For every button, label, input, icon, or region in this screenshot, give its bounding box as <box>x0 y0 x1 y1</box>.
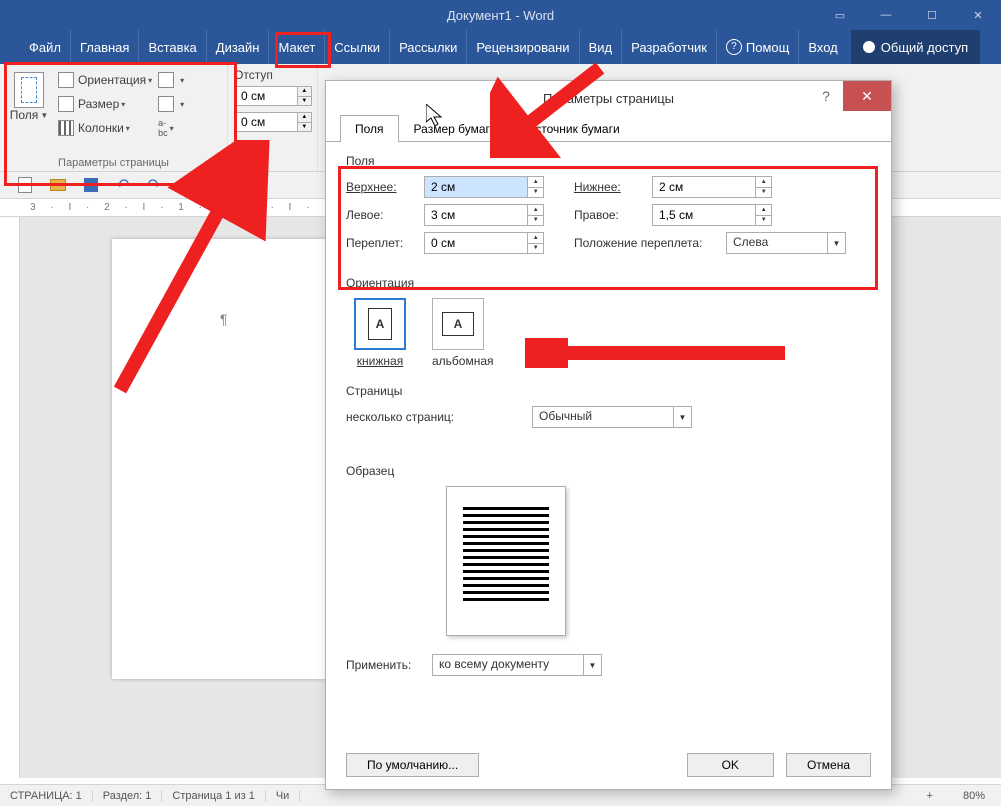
size-button[interactable]: Размер ▾ <box>58 92 152 116</box>
window-buttons: ▭ — ☐ ✕ <box>817 0 1001 30</box>
tab-help[interactable]: Помощ <box>716 30 798 64</box>
tab-developer[interactable]: Разработчик <box>621 30 716 64</box>
fieldset-orient-label: Ориентация <box>346 276 871 290</box>
title-bar: Документ1 - Word ▭ — ☐ ✕ <box>0 0 1001 30</box>
orientation-icon <box>58 72 74 88</box>
tab-paper[interactable]: Размер бумаги <box>399 115 512 142</box>
tab-references[interactable]: Ссылки <box>324 30 389 64</box>
label-bottom: Нижнее: <box>574 180 652 194</box>
margins-label: Поля <box>10 108 39 122</box>
redo-icon[interactable]: ↷ <box>147 175 160 195</box>
input-left[interactable]: ▲▼ <box>424 204 544 226</box>
breaks-icon <box>158 72 174 88</box>
tab-view[interactable]: Вид <box>579 30 622 64</box>
tab-insert[interactable]: Вставка <box>138 30 205 64</box>
tab-source[interactable]: Источник бумаги <box>512 115 635 142</box>
maximize-icon[interactable]: ☐ <box>909 0 955 30</box>
input-gutter[interactable]: ▲▼ <box>424 232 544 254</box>
line-numbers-icon <box>158 96 174 112</box>
zoom-level[interactable]: +80% <box>927 790 985 802</box>
input-right[interactable]: ▲▼ <box>652 204 772 226</box>
select-apply[interactable]: ко всему документу▼ <box>432 654 602 676</box>
fieldset-pages-label: Страницы <box>346 384 871 398</box>
undo-icon[interactable]: ↶ <box>116 175 129 195</box>
label-gutter: Переплет: <box>346 236 424 250</box>
share-label: Общий доступ <box>881 40 968 55</box>
close-icon[interactable]: ✕ <box>955 0 1001 30</box>
chevron-down-icon[interactable]: ▼ <box>583 655 601 675</box>
fieldset-preview-label: Образец <box>346 464 871 478</box>
status-pageof[interactable]: Страница 1 из 1 <box>162 790 265 802</box>
dialog-title: Параметры страницы <box>543 91 674 106</box>
tab-mailings[interactable]: Рассылки <box>389 30 466 64</box>
default-button[interactable]: По умолчанию... <box>346 753 479 777</box>
columns-button[interactable]: Колонки ▾ <box>58 116 152 140</box>
ok-button[interactable]: OK <box>687 753 774 777</box>
status-section[interactable]: Раздел: 1 <box>93 790 163 802</box>
preview-icon <box>446 486 566 636</box>
label-right: Правое: <box>574 208 652 222</box>
breaks-button[interactable]: ▾ <box>158 68 184 92</box>
orientation-portrait[interactable]: A книжная <box>354 298 406 368</box>
share-button[interactable]: Общий доступ <box>851 30 980 64</box>
ribbon-options-icon[interactable]: ▭ <box>817 0 863 30</box>
label-gutter-pos: Положение переплета: <box>574 236 726 250</box>
columns-icon <box>58 120 74 136</box>
tab-file[interactable]: Файл <box>20 30 70 64</box>
size-icon <box>58 96 74 112</box>
label-multi: несколько страниц: <box>346 410 532 424</box>
input-bottom[interactable]: ▲▼ <box>652 176 772 198</box>
spin-up-icon[interactable]: ▲ <box>528 177 543 188</box>
label-top: Верхнее: <box>346 180 424 194</box>
person-icon <box>863 41 875 53</box>
dialog-launcher-icon[interactable]: ⬊ <box>215 156 223 167</box>
indent-right-input[interactable]: ▲▼ <box>234 112 312 132</box>
tab-review[interactable]: Рецензировани <box>466 30 578 64</box>
group-page-setup-label: Параметры страницы <box>0 157 227 169</box>
cancel-button[interactable]: Отмена <box>786 753 871 777</box>
chevron-down-icon[interactable]: ▼ <box>673 407 691 427</box>
portrait-icon: A <box>368 308 392 340</box>
landscape-icon: A <box>442 312 474 336</box>
ribbon-tabs: Файл Главная Вставка Дизайн Макет Ссылки… <box>0 30 1001 64</box>
dialog-tabs: Поля Размер бумаги Источник бумаги <box>326 115 891 142</box>
hyphenation-button[interactable]: a-bc▾ <box>158 116 184 140</box>
tab-margins[interactable]: Поля <box>340 115 399 142</box>
line-numbers-button[interactable]: ▾ <box>158 92 184 116</box>
margins-icon <box>14 72 44 108</box>
paragraph-mark-icon: ¶ <box>220 311 228 327</box>
tab-layout[interactable]: Макет <box>268 30 324 64</box>
dialog-help-icon[interactable]: ? <box>809 81 843 111</box>
label-apply: Применить: <box>346 658 432 672</box>
tab-design[interactable]: Дизайн <box>206 30 269 64</box>
page-setup-dialog: Параметры страницы ? ✕ Поля Размер бумаг… <box>325 80 892 790</box>
select-gutter-pos[interactable]: Слева▼ <box>726 232 846 254</box>
vertical-ruler[interactable] <box>0 217 20 778</box>
indent-left-input[interactable]: ▲▼ <box>234 86 312 106</box>
orientation-landscape[interactable]: A альбомная <box>432 298 494 368</box>
status-page[interactable]: СТРАНИЦА: 1 <box>0 790 93 802</box>
status-words[interactable]: Чи <box>266 790 300 802</box>
save-icon[interactable] <box>84 178 98 192</box>
spin-down-icon[interactable]: ▼ <box>528 188 543 198</box>
minimize-icon[interactable]: — <box>863 0 909 30</box>
window-title: Документ1 - Word <box>447 8 554 23</box>
select-multi[interactable]: Обычный▼ <box>532 406 692 428</box>
login-button[interactable]: Вход <box>798 30 846 64</box>
label-left: Левое: <box>346 208 424 222</box>
chevron-down-icon[interactable]: ▼ <box>827 233 845 253</box>
input-top[interactable]: ▲▼ <box>424 176 544 198</box>
indent-label: Отступ <box>234 68 311 82</box>
orientation-button[interactable]: Ориентация ▾ <box>58 68 152 92</box>
new-icon[interactable] <box>18 177 32 193</box>
qat-more-icon[interactable]: ⋯ <box>179 180 189 191</box>
tab-home[interactable]: Главная <box>70 30 138 64</box>
open-icon[interactable] <box>50 179 66 191</box>
margins-button[interactable]: Поля▼ <box>6 68 52 140</box>
dialog-close-icon[interactable]: ✕ <box>843 81 891 111</box>
dialog-title-bar[interactable]: Параметры страницы ? ✕ <box>326 81 891 115</box>
fieldset-margins-label: Поля <box>346 154 871 168</box>
